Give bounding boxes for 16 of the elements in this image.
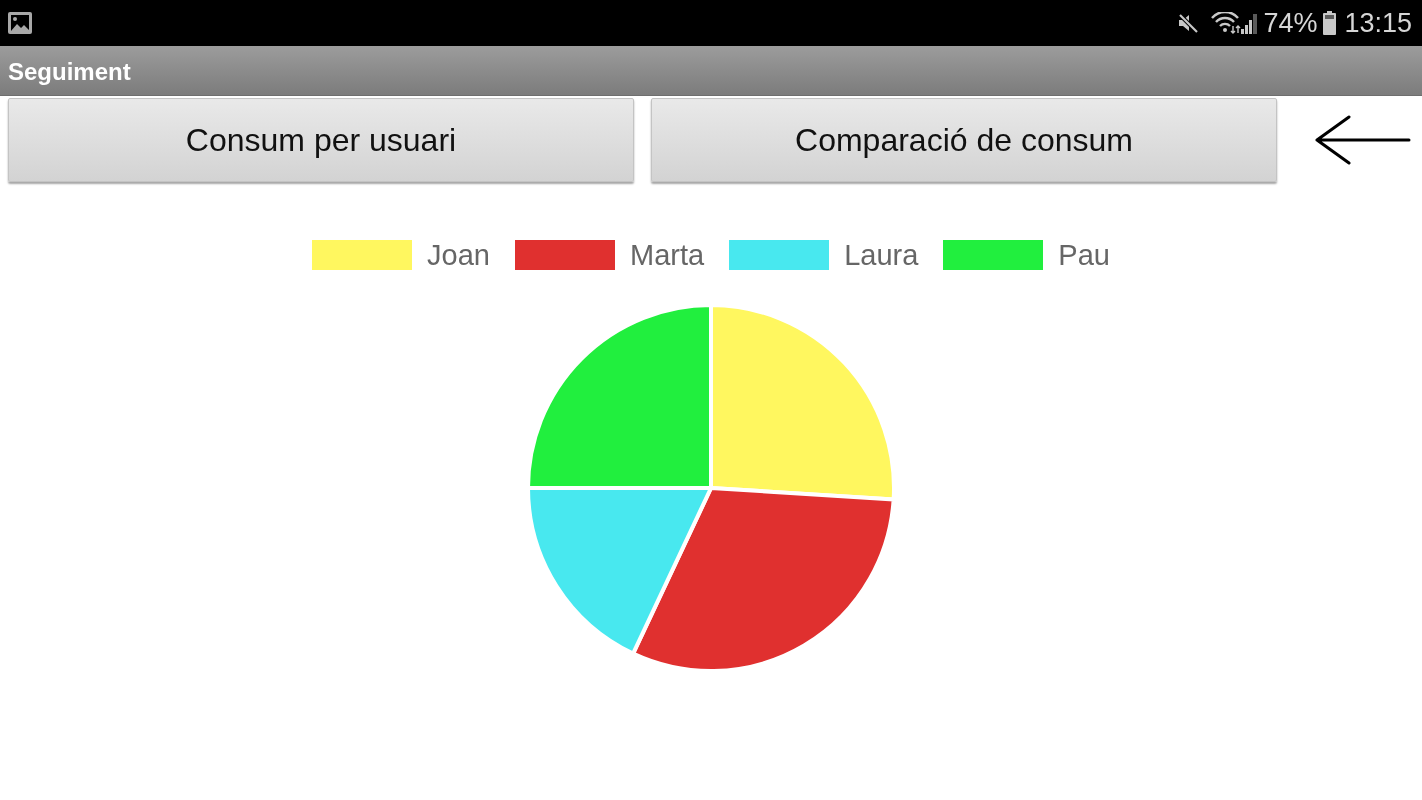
app-title: Seguiment (8, 57, 131, 86)
clock-time: 13:15 (1344, 8, 1412, 38)
wifi-icon (1211, 12, 1242, 34)
image-icon (8, 12, 32, 34)
legend-label: Pau (1058, 238, 1110, 272)
legend-label: Marta (630, 238, 705, 272)
signal-icon (1241, 12, 1258, 34)
arrow-left-icon (1315, 115, 1411, 165)
nav-button[interactable]: Comparació de consum (651, 98, 1277, 182)
back-button[interactable] (1315, 115, 1411, 165)
battery-percentage: 74% (1263, 8, 1318, 38)
legend-label: Joan (427, 238, 490, 272)
legend-label: Laura (844, 238, 919, 272)
nav-button[interactable]: Consum per usuari (8, 98, 634, 182)
mute-icon (1177, 12, 1200, 34)
battery-icon (1323, 11, 1337, 35)
